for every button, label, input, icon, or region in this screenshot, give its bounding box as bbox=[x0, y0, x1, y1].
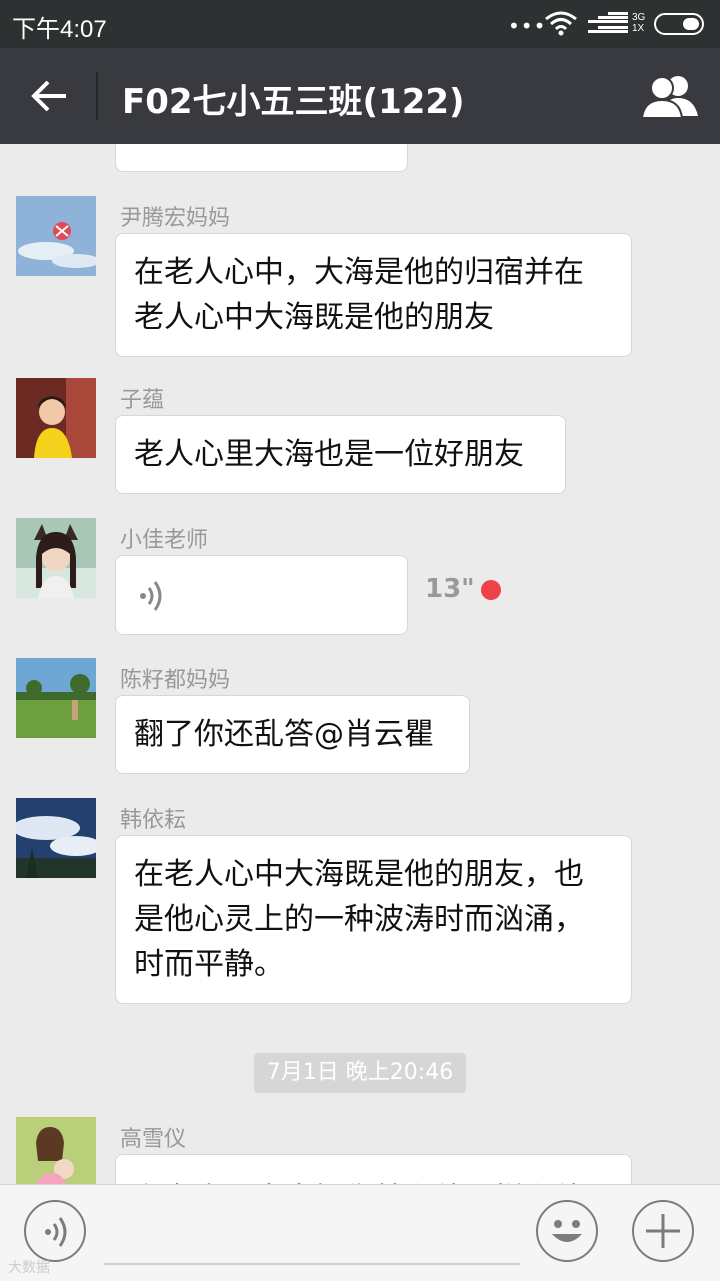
message-list[interactable]: 尹腾宏妈妈 在老人心中，大海是他的归宿并在老人心中大海既是他的朋友 子蕴 老人心… bbox=[0, 144, 720, 1184]
sender-name: 尹腾宏妈妈 bbox=[120, 206, 231, 231]
more-dots-icon: ••• bbox=[508, 14, 547, 38]
sender-name: 高雪仪 bbox=[120, 1127, 187, 1152]
avatar[interactable] bbox=[16, 658, 96, 738]
chat-title: F02七小五三班(122) bbox=[122, 82, 465, 122]
status-time: 下午4:07 bbox=[12, 16, 107, 43]
voice-wave-icon bbox=[140, 581, 162, 611]
watermark: 大数据 bbox=[8, 1260, 50, 1276]
smiley-icon bbox=[552, 1220, 582, 1242]
network-top: 3G bbox=[632, 12, 646, 23]
wifi-icon bbox=[545, 11, 577, 36]
avatar[interactable] bbox=[16, 378, 96, 458]
emoji-button[interactable] bbox=[536, 1200, 598, 1262]
message-bubble[interactable]: 在老人心中，大海是他的归宿并在老人心中大海既是他的朋友 bbox=[115, 233, 632, 357]
message-bubble[interactable]: 在老人心中大好像就和他一样和他 bbox=[115, 1154, 632, 1184]
network-bottom: 1X bbox=[632, 23, 645, 34]
time-divider: 7月1日 晚上20:46 bbox=[254, 1053, 466, 1093]
group-members-icon[interactable] bbox=[640, 72, 700, 120]
voice-duration: 13" bbox=[425, 574, 475, 604]
message-bubble[interactable]: 翻了你还乱答@肖云瞿 bbox=[115, 695, 470, 774]
signal-icon bbox=[588, 12, 628, 33]
message-bubble[interactable]: 老人心里大海也是一位好朋友 bbox=[115, 415, 566, 494]
voice-input-button[interactable] bbox=[24, 1200, 86, 1262]
battery-icon bbox=[654, 13, 704, 35]
text-input-underline[interactable] bbox=[104, 1263, 520, 1265]
sender-name: 陈籽都妈妈 bbox=[120, 668, 231, 693]
avatar[interactable] bbox=[16, 518, 96, 598]
sender-name: 子蕴 bbox=[120, 388, 165, 413]
status-bar: 下午4:07 ••• 3G 1X bbox=[0, 0, 720, 48]
chat-header: F02七小五三班(122) bbox=[0, 48, 720, 144]
avatar[interactable] bbox=[16, 1117, 96, 1184]
sender-name: 小佳老师 bbox=[120, 528, 209, 553]
back-arrow-icon[interactable] bbox=[26, 76, 70, 116]
more-actions-button[interactable] bbox=[632, 1200, 694, 1262]
avatar[interactable] bbox=[16, 196, 96, 276]
message-bubble[interactable]: 在老人心中大海既是他的朋友，也是他心灵上的一种波涛时而汹涌，时而平静。 bbox=[115, 835, 632, 1004]
sender-name: 韩依耘 bbox=[120, 808, 187, 833]
message-bubble-partial bbox=[115, 144, 408, 172]
input-bar: 大数据 bbox=[0, 1184, 720, 1281]
voice-icon bbox=[45, 1217, 67, 1247]
header-divider bbox=[96, 72, 98, 120]
avatar[interactable] bbox=[16, 798, 96, 878]
unread-dot bbox=[481, 580, 501, 600]
plus-icon bbox=[646, 1214, 680, 1248]
network-type: 3G 1X bbox=[632, 12, 645, 34]
voice-message-bubble[interactable] bbox=[115, 555, 408, 635]
